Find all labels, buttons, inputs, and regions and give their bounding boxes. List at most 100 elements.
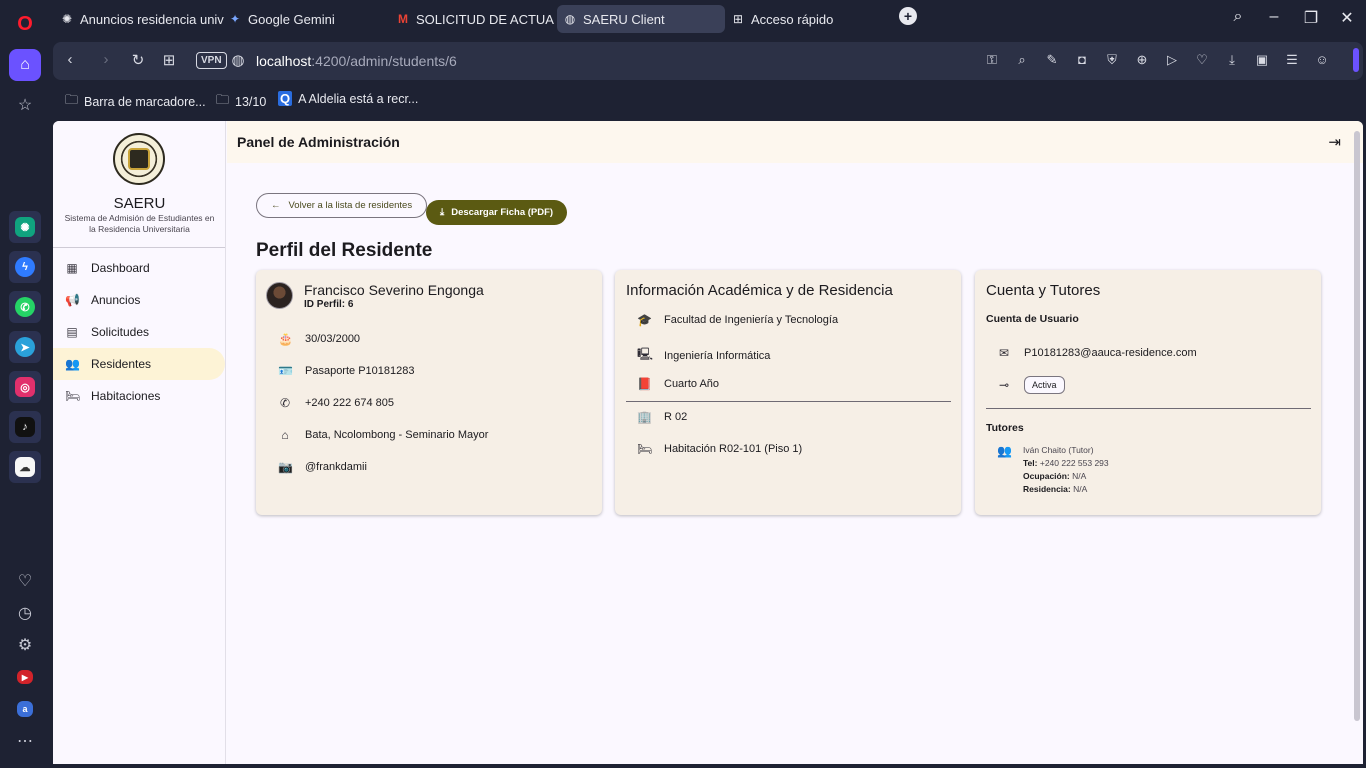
tab-label: Google Gemini xyxy=(248,11,335,27)
translate-icon[interactable]: a xyxy=(9,693,41,725)
instagram-row: 📷 @frankdamii xyxy=(278,460,367,474)
tab-label: Acceso rápido xyxy=(751,11,834,27)
history-icon[interactable]: ◷ xyxy=(9,597,41,629)
residence-value: R 02 xyxy=(664,411,688,423)
university-seal-logo xyxy=(113,133,165,185)
sidebar-item-solicitudes[interactable]: ▤ Solicitudes xyxy=(53,316,225,348)
edit-icon[interactable]: ✎ xyxy=(1043,52,1061,70)
favorite-icon[interactable]: ♡ xyxy=(1193,52,1211,70)
cake-icon: 🎂 xyxy=(278,332,293,346)
shield-icon[interactable]: ⛨ xyxy=(1103,52,1121,70)
forward-nav-button[interactable]: › xyxy=(95,51,117,71)
telegram-app-icon[interactable]: ➤ xyxy=(9,331,41,363)
sidebar-item-residentes[interactable]: 👥 Residentes xyxy=(53,348,225,380)
back-button-label: Volver a la lista de residentes xyxy=(288,200,413,211)
back-nav-button[interactable]: ‹ xyxy=(59,51,81,71)
sidebar-item-anuncios[interactable]: 📢 Anuncios xyxy=(53,284,225,316)
page-scrollbar[interactable] xyxy=(1353,125,1361,755)
instagram-app-icon[interactable]: ◎ xyxy=(9,371,41,403)
tab-label: SOLICITUD DE ACTUALIZA xyxy=(416,11,555,27)
openai-icon: ✺ xyxy=(61,12,73,26)
home-icon[interactable]: ⌂ xyxy=(9,49,41,81)
bookmark-label: A Aldelia está a recr... xyxy=(298,91,419,106)
address-row: ⌂ Bata, Ncolombong - Seminario Mayor xyxy=(278,428,488,442)
tab-gmail[interactable]: M SOLICITUD DE ACTUALIZA xyxy=(390,5,555,33)
bookmark-link[interactable]: Q A Aldelia está a recr... xyxy=(278,91,418,106)
heart-icon[interactable]: ♡ xyxy=(9,565,41,597)
career-value: Ingeniería Informática xyxy=(664,349,771,362)
faculty-value: Facultad de Ingeniería y Tecnología xyxy=(664,314,839,326)
career-row: 🖳 Ingeniería Informática xyxy=(637,345,770,366)
send-icon[interactable]: ▷ xyxy=(1163,52,1181,70)
scrollbar-thumb[interactable] xyxy=(1354,131,1360,721)
search-tabs-icon[interactable]: ⌕ xyxy=(1227,8,1249,26)
account-heading: Cuenta de Usuario xyxy=(986,313,1079,325)
globe-icon: ◍ xyxy=(564,12,576,26)
email-row: ✉ P10181283@aauca-residence.com xyxy=(997,346,1197,360)
zoom-icon[interactable]: ⌕ xyxy=(1013,52,1031,70)
easy-setup-icon[interactable]: ☰ xyxy=(1283,52,1301,70)
download-icon[interactable]: ⤓ xyxy=(1223,52,1241,70)
folder-icon: 🗀 xyxy=(216,92,230,107)
resident-name: Francisco Severino Engonga xyxy=(304,282,484,298)
year-value: Cuarto Año xyxy=(664,378,720,390)
back-to-list-button[interactable]: ← Volver a la lista de residentes xyxy=(256,193,428,218)
more-icon[interactable]: ⋯ xyxy=(9,725,41,757)
site-info-icon[interactable]: ◍ xyxy=(227,51,249,71)
people-icon: 👥 xyxy=(997,444,1012,458)
brand-title: SAERU xyxy=(113,195,166,212)
tutor-row: 👥 xyxy=(997,444,1012,458)
pdf-button-label: Descargar Ficha (PDF) xyxy=(451,207,554,218)
birthdate-row: 🎂 30/03/2000 xyxy=(278,332,360,346)
download-icon: ⤓ xyxy=(440,207,445,218)
bookmark-folder[interactable]: 🗀 13/10 xyxy=(216,91,266,113)
q-icon: Q xyxy=(278,91,293,106)
minimize-button[interactable]: – xyxy=(1263,8,1285,26)
page-header-title: Panel de Administración xyxy=(237,134,400,150)
page-title: Perfil del Residente xyxy=(256,240,433,261)
profile-icon[interactable]: ☺ xyxy=(1313,52,1331,70)
tab-saeru-client[interactable]: ◍ SAERU Client xyxy=(557,5,725,33)
bookmark-label: 13/10 xyxy=(235,95,267,109)
settings-icon[interactable]: ⚙ xyxy=(9,629,41,661)
tab-acceso-rapido[interactable]: ⊞ Acceso rápido xyxy=(725,5,875,33)
url-field[interactable]: localhost:4200/admin/students/6 xyxy=(256,53,457,69)
bookmark-folder[interactable]: 🗀 Barra de marcadore... xyxy=(65,91,206,113)
tab-label: SAERU Client xyxy=(583,11,665,27)
sidebar-item-label: Solicitudes xyxy=(91,325,150,339)
logout-icon[interactable]: ⇥ xyxy=(1328,133,1341,151)
status-badge: Activa xyxy=(1024,376,1065,394)
id-card-icon: 🪪 xyxy=(278,364,293,378)
section-divider xyxy=(626,401,951,402)
translate-page-icon[interactable]: ⊕ xyxy=(1133,52,1151,70)
download-pdf-button[interactable]: ⤓ Descargar Ficha (PDF) xyxy=(426,200,568,225)
sidebar-item-habitaciones[interactable]: 🛏 Habitaciones xyxy=(53,380,225,412)
tabs-grid-button[interactable]: ⊞ xyxy=(158,51,180,71)
vpn-badge[interactable]: VPN xyxy=(196,52,227,69)
sidebar-item-dashboard[interactable]: ▦ Dashboard xyxy=(53,252,225,284)
new-tab-button[interactable]: + xyxy=(899,7,917,25)
maximize-button[interactable]: ❐ xyxy=(1300,8,1322,28)
player-icon[interactable]: ▶ xyxy=(9,661,41,693)
tab-anuncios[interactable]: ✺ Anuncios residencia unive xyxy=(54,5,224,33)
camera-icon[interactable]: ◘ xyxy=(1073,52,1091,70)
room-value: Habitación R02-101 (Piso 1) xyxy=(664,443,803,455)
soundcloud-app-icon[interactable]: ☁ xyxy=(9,451,41,483)
sidebar-handle[interactable] xyxy=(1353,48,1359,72)
bookmark-label: Barra de marcadore... xyxy=(84,95,206,109)
tiktok-app-icon[interactable]: ♪ xyxy=(9,411,41,443)
opera-logo-icon[interactable]: O xyxy=(9,8,41,40)
whatsapp-app-icon[interactable]: ✆ xyxy=(9,291,41,323)
tab-gemini[interactable]: ✦ Google Gemini xyxy=(222,5,384,33)
chatgpt-app-icon[interactable]: ✺ xyxy=(9,211,41,243)
reload-button[interactable]: ↻ xyxy=(127,51,149,71)
star-icon[interactable]: ☆ xyxy=(9,89,41,121)
tutor-details: Iván Chaito (Tutor) Tel: +240 222 553 29… xyxy=(1023,444,1109,496)
battery-icon[interactable]: ▣ xyxy=(1253,52,1271,70)
folder-icon: 🗀 xyxy=(65,92,79,107)
app-sidebar: SAERU Sistema de Admisión de Estudiantes… xyxy=(53,121,226,764)
close-window-button[interactable]: ✕ xyxy=(1336,8,1358,28)
key-icon[interactable]: ⚿ xyxy=(983,52,1001,70)
building-icon: 🏢 xyxy=(637,410,652,424)
messenger-app-icon[interactable]: ϟ xyxy=(9,251,41,283)
